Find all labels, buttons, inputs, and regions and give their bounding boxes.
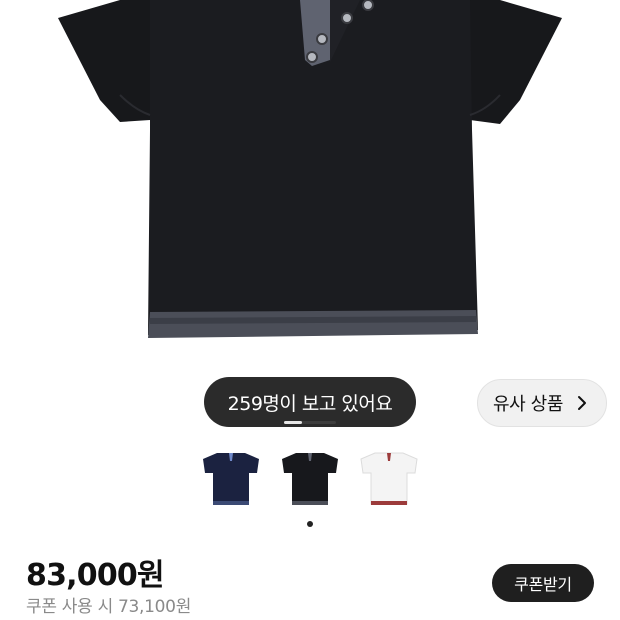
viewers-count-pill: 259명이 보고 있어요: [204, 377, 416, 427]
product-price: 83,000원: [26, 558, 165, 593]
product-image[interactable]: 259명이 보고 있어요: [0, 0, 620, 440]
gallery-progress-bar: [284, 421, 336, 424]
similar-products-label: 유사 상품: [493, 394, 563, 415]
coupon-price: 쿠폰 사용 시 73,100원: [26, 597, 192, 617]
color-option-white[interactable]: [357, 449, 421, 513]
chevron-right-icon: [577, 396, 586, 410]
gallery-progress-fill: [284, 421, 303, 424]
color-option-black[interactable]: [278, 449, 342, 513]
color-option-navy[interactable]: [199, 449, 263, 513]
shirt-illustration: [58, 0, 562, 338]
get-coupon-button[interactable]: 쿠폰받기: [492, 564, 594, 602]
carousel-page-indicator: [307, 521, 313, 527]
color-options: [0, 449, 620, 513]
similar-products-button[interactable]: 유사 상품: [477, 379, 607, 427]
